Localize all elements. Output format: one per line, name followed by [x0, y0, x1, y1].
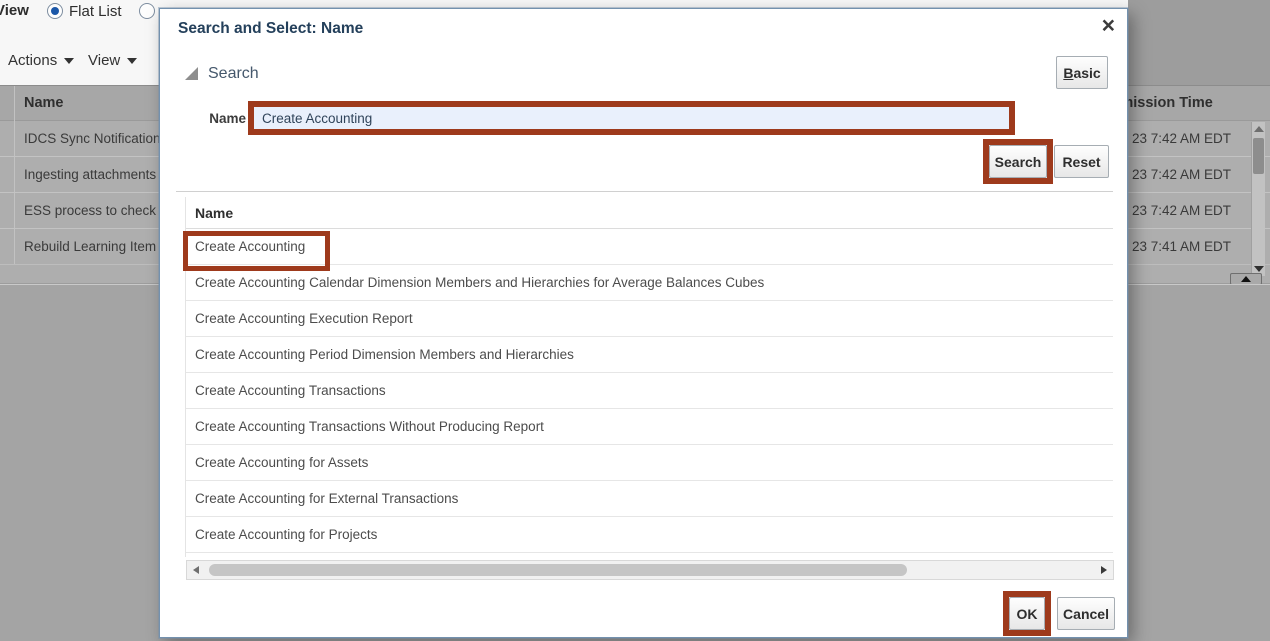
reset-button[interactable]: Reset: [1054, 145, 1109, 178]
actions-menu-label: Actions: [8, 52, 57, 69]
dialog-title: Search and Select: Name: [178, 20, 363, 38]
close-icon[interactable]: ×: [1102, 11, 1115, 41]
process-name-cell: Rebuild Learning Item: [24, 229, 156, 264]
result-row[interactable]: Create Accounting Execution Report: [186, 301, 1113, 337]
view-menu-label: View: [88, 52, 120, 69]
result-row[interactable]: Create Accounting for Assets: [186, 445, 1113, 481]
scroll-up-icon[interactable]: [1254, 126, 1264, 132]
section-divider: [176, 191, 1113, 192]
vertical-scrollbar[interactable]: [1251, 122, 1265, 276]
search-and-select-dialog: Search and Select: Name × Search Basic N…: [159, 8, 1128, 638]
view-menu[interactable]: View: [88, 52, 137, 69]
annotation-highlight: [248, 101, 1015, 135]
scroll-down-icon[interactable]: [1254, 266, 1264, 272]
annotation-highlight: OK: [1003, 591, 1051, 636]
result-row[interactable]: Create Accounting: [186, 229, 1113, 265]
chevron-down-icon: [64, 58, 74, 64]
search-section-label: Search: [208, 65, 259, 83]
radio-selected-dot-icon: [51, 7, 59, 15]
ok-button[interactable]: OK: [1009, 597, 1045, 630]
result-row[interactable]: Create Accounting Calendar Dimension Mem…: [186, 265, 1113, 301]
name-field-label: Name: [198, 111, 246, 126]
process-name-cell: Ingesting attachments: [24, 157, 156, 192]
result-row[interactable]: Create Accounting Period Dimension Membe…: [186, 337, 1113, 373]
results-name-header[interactable]: Name: [186, 197, 233, 229]
flat-list-radio-icon[interactable]: [47, 3, 63, 19]
view-mode-label: View: [0, 2, 29, 19]
flat-list-radio-label: Flat List: [69, 3, 122, 20]
basic-accesskey: B: [1063, 65, 1073, 81]
basic-button[interactable]: Basic: [1056, 56, 1108, 89]
chevron-down-icon: [127, 58, 137, 64]
result-row[interactable]: Create Accounting for External Transacti…: [186, 481, 1113, 517]
submission-time-cell: 23 7:42 AM EDT: [1132, 193, 1231, 228]
process-name-cell: IDCS Sync Notification: [24, 121, 161, 156]
submission-time-cell: 23 7:42 AM EDT: [1132, 157, 1231, 192]
basic-label-rest: asic: [1073, 65, 1100, 81]
second-view-radio-icon[interactable]: [139, 3, 155, 19]
result-row[interactable]: Create Accounting for Projects: [186, 517, 1113, 553]
results-header-row: Name: [186, 197, 1113, 229]
scrollbar-thumb[interactable]: [209, 564, 907, 576]
scrollbar-thumb[interactable]: [1253, 138, 1264, 174]
horizontal-scrollbar[interactable]: [186, 560, 1114, 580]
scroll-left-icon[interactable]: [193, 566, 199, 574]
name-search-input[interactable]: [254, 107, 1009, 129]
submission-time-cell: 23 7:41 AM EDT: [1132, 229, 1231, 264]
name-column-header[interactable]: Name: [24, 86, 64, 120]
splitter-collapse-icon: [1241, 276, 1251, 282]
submission-time-cell: 23 7:42 AM EDT: [1132, 121, 1231, 156]
result-row[interactable]: Create Accounting Transactions: [186, 373, 1113, 409]
search-button[interactable]: Search: [989, 145, 1047, 178]
process-name-cell: ESS process to check: [24, 193, 156, 228]
cancel-button[interactable]: Cancel: [1057, 597, 1115, 630]
scroll-right-icon[interactable]: [1101, 566, 1107, 574]
disclosure-expanded-icon[interactable]: [185, 67, 198, 80]
actions-menu[interactable]: Actions: [8, 52, 74, 69]
result-row[interactable]: Create Accounting Transactions Without P…: [186, 409, 1113, 445]
app-root: View Flat List Actions View Name Submiss…: [0, 0, 1270, 641]
annotation-highlight: Search: [983, 139, 1053, 184]
